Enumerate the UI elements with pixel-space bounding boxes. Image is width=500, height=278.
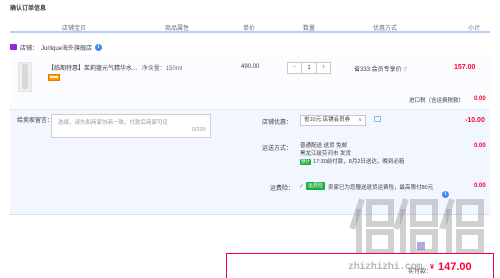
promo-dropdown[interactable]: 省333:会员专享价 ▽ (354, 64, 407, 73)
insurance-label: 运费险： (270, 186, 295, 192)
column-shop-treasure: 店铺宝贝 (62, 26, 87, 32)
chat-icon[interactable] (374, 116, 381, 122)
paid-currency: ¥ (430, 264, 434, 271)
info-icon[interactable]: i (95, 43, 103, 51)
chevron-down-icon: ▽ (403, 67, 408, 73)
shipping-line-2: 黑龙江绥芬河市 发货 (300, 151, 352, 157)
shipping-line-1: 普通配送 送货 免邮 (300, 143, 348, 149)
item-subtotal: 157.00 (454, 64, 476, 71)
coupon-select[interactable]: 省10元:店铺会员券 ∨ (300, 115, 366, 126)
tax-label: 进口税（含运费税款） (409, 98, 465, 104)
watermark-url: zhizhizhi.com (348, 262, 423, 273)
promo-text: 省333:会员专享价 (354, 67, 402, 73)
column-subtotal: 小计 (468, 26, 481, 32)
spec-label: 净含量： (141, 66, 166, 72)
shop-name-link[interactable]: Jurlique海外旗舰店 (41, 43, 92, 52)
product-name: 茱莉蔻元气精华水... (84, 66, 138, 72)
quantity-stepper: − 1 + (287, 62, 331, 74)
shop-icon (10, 44, 17, 50)
paid-amount: 147.00 (438, 261, 472, 273)
coupon-selected-text: 省10元:店铺会员券 (304, 117, 351, 123)
column-header-bar: 店铺宝贝 商品属性 单价 数量 优惠方式 小计 (10, 22, 490, 33)
shop-line: 店铺： Jurlique海外旗舰店 i (10, 42, 103, 52)
shipping-value: 0.00 (474, 143, 486, 149)
shop-label: 店铺： (20, 45, 39, 52)
page-title: 确认订单信息 (10, 6, 47, 12)
column-unit-price: 单价 (243, 26, 256, 32)
delivery-estimate: 17:30前付款，8月2日送达，晚到必赔 (313, 159, 405, 165)
product-tag: 【临期特惠】 (48, 66, 85, 72)
watermark-logo (349, 198, 484, 257)
shipping-label: 运送方式： (262, 146, 293, 152)
chevron-down-icon: ∨ (358, 117, 362, 123)
product-bottle-image (22, 64, 28, 89)
message-label: 给卖家留言： (17, 118, 54, 124)
tax-value: 0.00 (474, 96, 486, 102)
message-placeholder: 选填，请先和商家协商一致，付款后商家可见 (58, 120, 169, 126)
estimate-badge: 预计 (300, 159, 311, 165)
promo-badge-mark (50, 76, 58, 78)
column-quantity: 数量 (303, 26, 316, 32)
quantity-input[interactable]: 1 (301, 63, 317, 73)
shipping-line-3: 预计 17:30前付款，8月2日送达，晚到必赔 (300, 158, 404, 166)
coupon-discount-value: -10.00 (465, 117, 485, 124)
check-icon: ✓ (299, 184, 305, 190)
column-discount-method: 优惠方式 (373, 26, 398, 32)
unit-price: 490.00 (241, 64, 260, 70)
insurance-tag: 运费险 (306, 182, 326, 190)
message-char-count: 0/200 (192, 127, 206, 133)
product-title-link[interactable]: 【临期特惠】茱莉蔻元气精华水... 净含量：150ml (48, 63, 182, 72)
shipping-info: 普通配送 送货 免邮 黑龙江绥芬河市 发货 预计 17:30前付款，8月2日送达… (300, 142, 404, 166)
column-attributes: 商品属性 (165, 26, 190, 32)
quantity-plus-button[interactable]: + (317, 63, 330, 73)
quantity-minus-button[interactable]: − (288, 63, 301, 73)
spec-value: 150ml (165, 66, 183, 72)
coupon-label: 店铺优惠： (262, 120, 293, 126)
